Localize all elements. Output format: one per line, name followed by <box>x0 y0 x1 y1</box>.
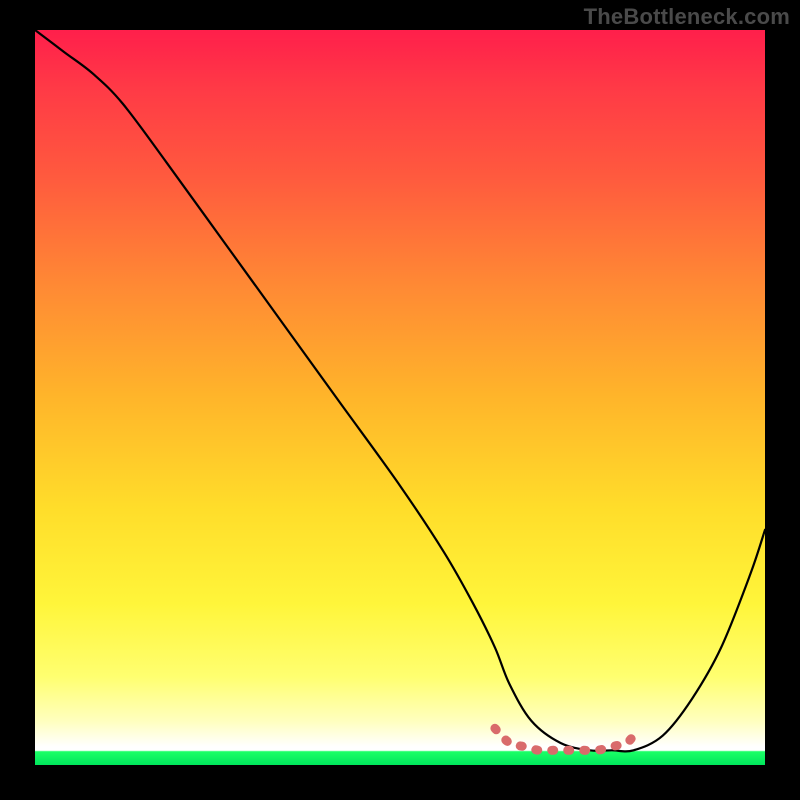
chart-frame: TheBottleneck.com <box>0 0 800 800</box>
watermark-text: TheBottleneck.com <box>584 4 790 30</box>
bottleneck-curve <box>35 30 765 751</box>
optimal-range-marker <box>495 728 634 750</box>
chart-svg <box>35 30 765 765</box>
plot-area <box>35 30 765 765</box>
